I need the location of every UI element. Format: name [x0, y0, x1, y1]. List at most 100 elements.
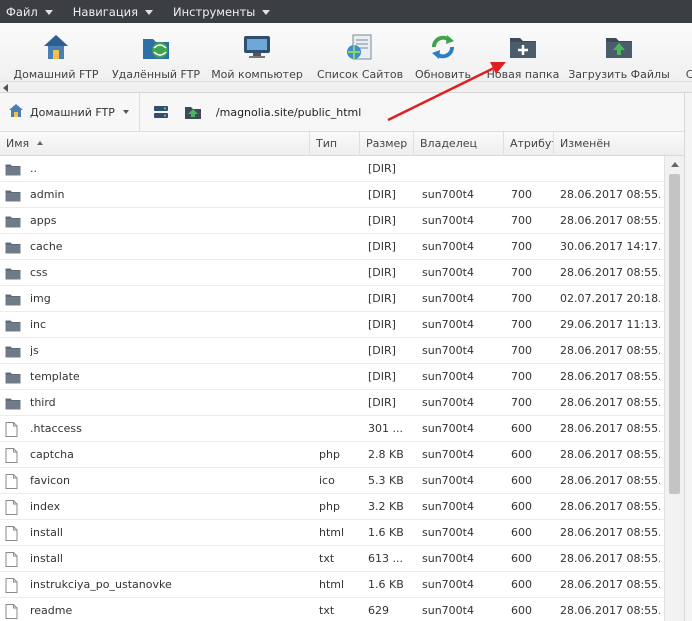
row-attributes: 600 — [511, 500, 532, 513]
row-size: 5.3 KB — [368, 474, 404, 487]
row-owner: sun700t4 — [422, 292, 474, 305]
column-owner-label: Владелец — [420, 137, 477, 150]
row-size: [DIR] — [368, 240, 396, 253]
row-attributes: 700 — [511, 188, 532, 201]
refresh-button[interactable]: Обновить — [412, 23, 474, 81]
scroll-left-icon[interactable] — [3, 84, 8, 92]
row-owner: sun700t4 — [422, 188, 474, 201]
row-attributes — [511, 156, 551, 182]
scroll-thumb[interactable] — [669, 174, 680, 494]
row-name: .htaccess — [30, 422, 82, 435]
row-attributes: 700 — [511, 240, 532, 253]
menu-file[interactable]: Файл — [6, 5, 53, 19]
row-attributes: 700 — [511, 344, 532, 357]
folder-row[interactable]: .. [DIR] — [0, 156, 664, 182]
row-size: [DIR] — [368, 292, 396, 305]
file-icon — [5, 598, 23, 621]
my-computer-button[interactable]: Мой компьютер — [211, 23, 303, 81]
row-modified: 28.06.2017 08:55... — [560, 214, 660, 227]
column-type[interactable]: Тип — [310, 132, 360, 156]
new-folder-label: Новая папка — [486, 68, 560, 81]
more-icon — [678, 31, 692, 63]
row-owner: sun700t4 — [422, 552, 474, 565]
row-modified — [560, 156, 660, 182]
toolbar-scrollbar[interactable] — [0, 81, 692, 93]
upload-files-button[interactable]: Загрузить Файлы — [568, 23, 670, 81]
file-row[interactable]: favicon ico 5.3 KB sun700t4 600 28.06.2017 08… — [0, 468, 664, 494]
row-name: css — [30, 266, 48, 279]
new-folder-button[interactable]: Новая папка — [487, 23, 559, 81]
folder-icon — [5, 390, 23, 416]
server-button[interactable] — [150, 101, 172, 123]
row-modified: 28.06.2017 08:55... — [560, 396, 660, 409]
site-list-label: Список Сайтов — [316, 68, 404, 81]
row-modified: 30.06.2017 14:17... — [560, 240, 660, 253]
folder-row[interactable]: js [DIR] sun700t4 700 28.06.2017 08:55... — [0, 338, 664, 364]
row-size: 629 — [368, 604, 389, 617]
row-type — [319, 260, 359, 286]
file-row[interactable]: install txt 613 ... sun700t4 600 28.06.2017 0… — [0, 546, 664, 572]
folder-row[interactable]: template [DIR] sun700t4 700 28.06.2017 08:55… — [0, 364, 664, 390]
parent-folder-button[interactable] — [182, 101, 204, 123]
row-attributes: 700 — [511, 370, 532, 383]
folder-row[interactable]: img [DIR] sun700t4 700 02.07.2017 20:18... — [0, 286, 664, 312]
column-size[interactable]: Размер — [360, 132, 414, 156]
scroll-up-icon[interactable] — [671, 162, 679, 167]
column-modified[interactable]: Изменён — [554, 132, 684, 156]
folder-row[interactable]: apps [DIR] sun700t4 700 28.06.2017 08:55... — [0, 208, 664, 234]
folder-row[interactable]: third [DIR] sun700t4 700 28.06.2017 08:55... — [0, 390, 664, 416]
right-panel-edge — [684, 93, 692, 621]
row-modified: 28.06.2017 08:55... — [560, 500, 660, 513]
current-path[interactable]: /magnolia.site/public_html — [216, 106, 361, 119]
file-row[interactable]: install html 1.6 KB sun700t4 600 28.06.2017 0… — [0, 520, 664, 546]
menu-navigation[interactable]: Навигация — [73, 5, 154, 19]
computer-icon — [242, 31, 272, 63]
row-modified: 28.06.2017 08:55... — [560, 188, 660, 201]
file-row[interactable]: index php 3.2 KB sun700t4 600 28.06.2017 08:5… — [0, 494, 664, 520]
file-row[interactable]: .htaccess 301 ... sun700t4 600 28.06.2017 08… — [0, 416, 664, 442]
my-computer-label: Мой компьютер — [211, 68, 303, 81]
column-name[interactable]: Имя — [0, 132, 310, 156]
chevron-down-icon — [145, 9, 154, 15]
folder-icon — [5, 156, 23, 182]
row-size: [DIR] — [368, 344, 396, 357]
file-row[interactable]: captcha php 2.8 KB sun700t4 600 28.06.2017 08… — [0, 442, 664, 468]
home-icon — [8, 103, 24, 121]
column-attributes[interactable]: Атрибут — [504, 132, 554, 156]
chevron-down-icon — [122, 110, 129, 114]
refresh-icon — [428, 31, 458, 63]
sort-ascending-icon — [37, 141, 44, 145]
row-attributes: 700 — [511, 292, 532, 305]
column-owner[interactable]: Владелец — [414, 132, 504, 156]
row-name: install — [30, 552, 63, 565]
file-row[interactable]: readme txt 629 sun700t4 600 28.06.2017 08:55.… — [0, 598, 664, 621]
file-row[interactable]: instrukciya_po_ustanovke html 1.6 KB sun700… — [0, 572, 664, 598]
folder-row[interactable]: cache [DIR] sun700t4 700 30.06.2017 14:17... — [0, 234, 664, 260]
row-type — [319, 364, 359, 390]
file-icon — [5, 546, 23, 572]
site-select[interactable]: Домашний FTP — [0, 92, 140, 132]
row-owner: sun700t4 — [422, 604, 474, 617]
row-type — [319, 208, 359, 234]
row-modified: 28.06.2017 08:55... — [560, 344, 660, 357]
row-type: html — [319, 578, 345, 591]
folder-row[interactable]: css [DIR] sun700t4 700 28.06.2017 08:55... — [0, 260, 664, 286]
folder-row[interactable]: inc [DIR] sun700t4 700 29.06.2017 11:13... — [0, 312, 664, 338]
row-attributes: 700 — [511, 214, 532, 227]
row-name: cache — [30, 240, 63, 253]
folder-icon — [5, 182, 23, 208]
file-table-header: Имя Тип Размер Владелец Атрибут Изменён — [0, 132, 684, 156]
row-type: html — [319, 526, 345, 539]
remote-ftp-button[interactable]: Удалённый FTP — [112, 23, 200, 81]
folder-row[interactable]: admin [DIR] sun700t4 700 28.06.2017 08:55... — [0, 182, 664, 208]
chevron-down-icon — [262, 9, 271, 15]
row-attributes: 600 — [511, 578, 532, 591]
toolbar: Домашний FTP Удалённый FTP Мой компьютер… — [0, 23, 692, 81]
row-modified: 28.06.2017 08:55... — [560, 474, 660, 487]
home-ftp-button[interactable]: Домашний FTP — [14, 23, 98, 81]
toolbar-more-button[interactable]: Со — [678, 23, 692, 81]
file-icon — [5, 442, 23, 468]
site-list-button[interactable]: Список Сайтов — [316, 23, 404, 81]
menu-tools[interactable]: Инструменты — [173, 5, 271, 19]
file-list-scrollbar[interactable] — [664, 156, 684, 621]
